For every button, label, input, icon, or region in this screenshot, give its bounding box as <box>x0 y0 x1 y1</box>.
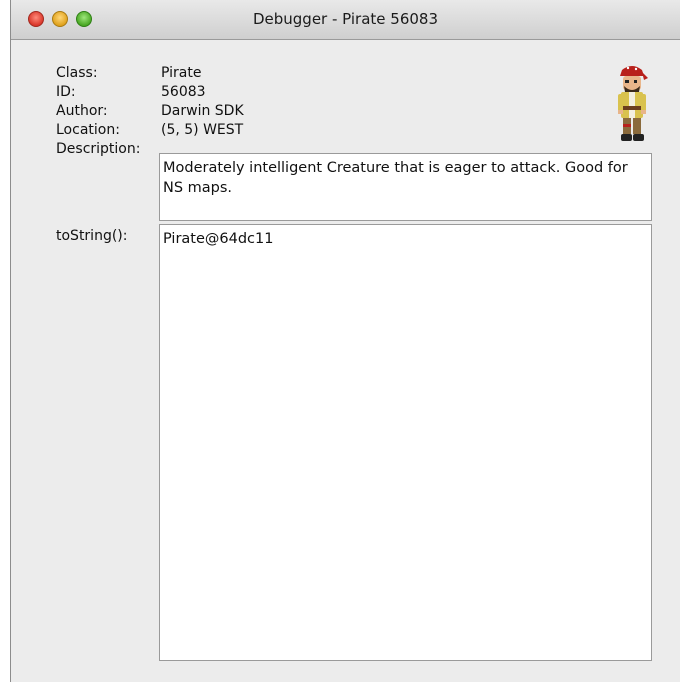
tostring-textarea[interactable]: Pirate@64dc11 <box>159 224 652 661</box>
window-title: Debugger - Pirate 56083 <box>252 10 439 28</box>
location-value: (5, 5) WEST <box>161 122 244 138</box>
id-value: 56083 <box>161 84 206 100</box>
author-value: Darwin SDK <box>161 103 244 119</box>
pirate-avatar-icon <box>618 66 648 141</box>
tostring-label: toString(): <box>56 228 128 244</box>
title-bar[interactable]: Debugger - Pirate 56083 <box>11 0 680 40</box>
debugger-window: Debugger - Pirate 56083 Class: Pirate ID… <box>10 0 680 682</box>
author-label: Author: <box>56 103 108 119</box>
description-textarea[interactable]: Moderately intelligent Creature that is … <box>159 153 652 221</box>
description-label: Description: <box>56 141 141 157</box>
class-value: Pirate <box>161 65 202 81</box>
location-label: Location: <box>56 122 120 138</box>
class-label: Class: <box>56 65 98 81</box>
id-label: ID: <box>56 84 76 100</box>
